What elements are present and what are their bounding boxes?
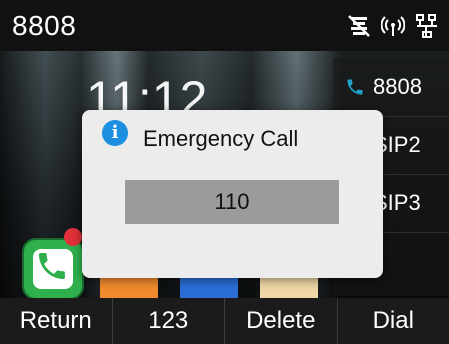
info-icon: i [102,120,128,146]
dnd-icon [347,14,371,38]
phone-icon [345,77,365,103]
softkey-bar: Return 123 Delete Dial [0,298,449,344]
emergency-number-field[interactable]: 110 [125,180,339,224]
dial-button[interactable]: Dial [338,298,449,344]
emergency-call-dialog: i Emergency Call 110 [82,110,383,278]
phone-app-icon[interactable] [22,238,84,300]
dialog-title: Emergency Call [143,126,299,151]
input-mode-button[interactable]: 123 [113,298,225,344]
return-button[interactable]: Return [0,298,113,344]
delete-button[interactable]: Delete [225,298,338,344]
network-icon [415,13,439,39]
status-icons [347,12,439,40]
wireless-icon [381,14,405,38]
account-label: 8808 [373,74,422,99]
status-bar: 8808 [0,0,449,51]
account-line-1[interactable]: 8808 [333,58,449,117]
account-number: 8808 [12,10,77,41]
notification-badge [64,228,82,246]
